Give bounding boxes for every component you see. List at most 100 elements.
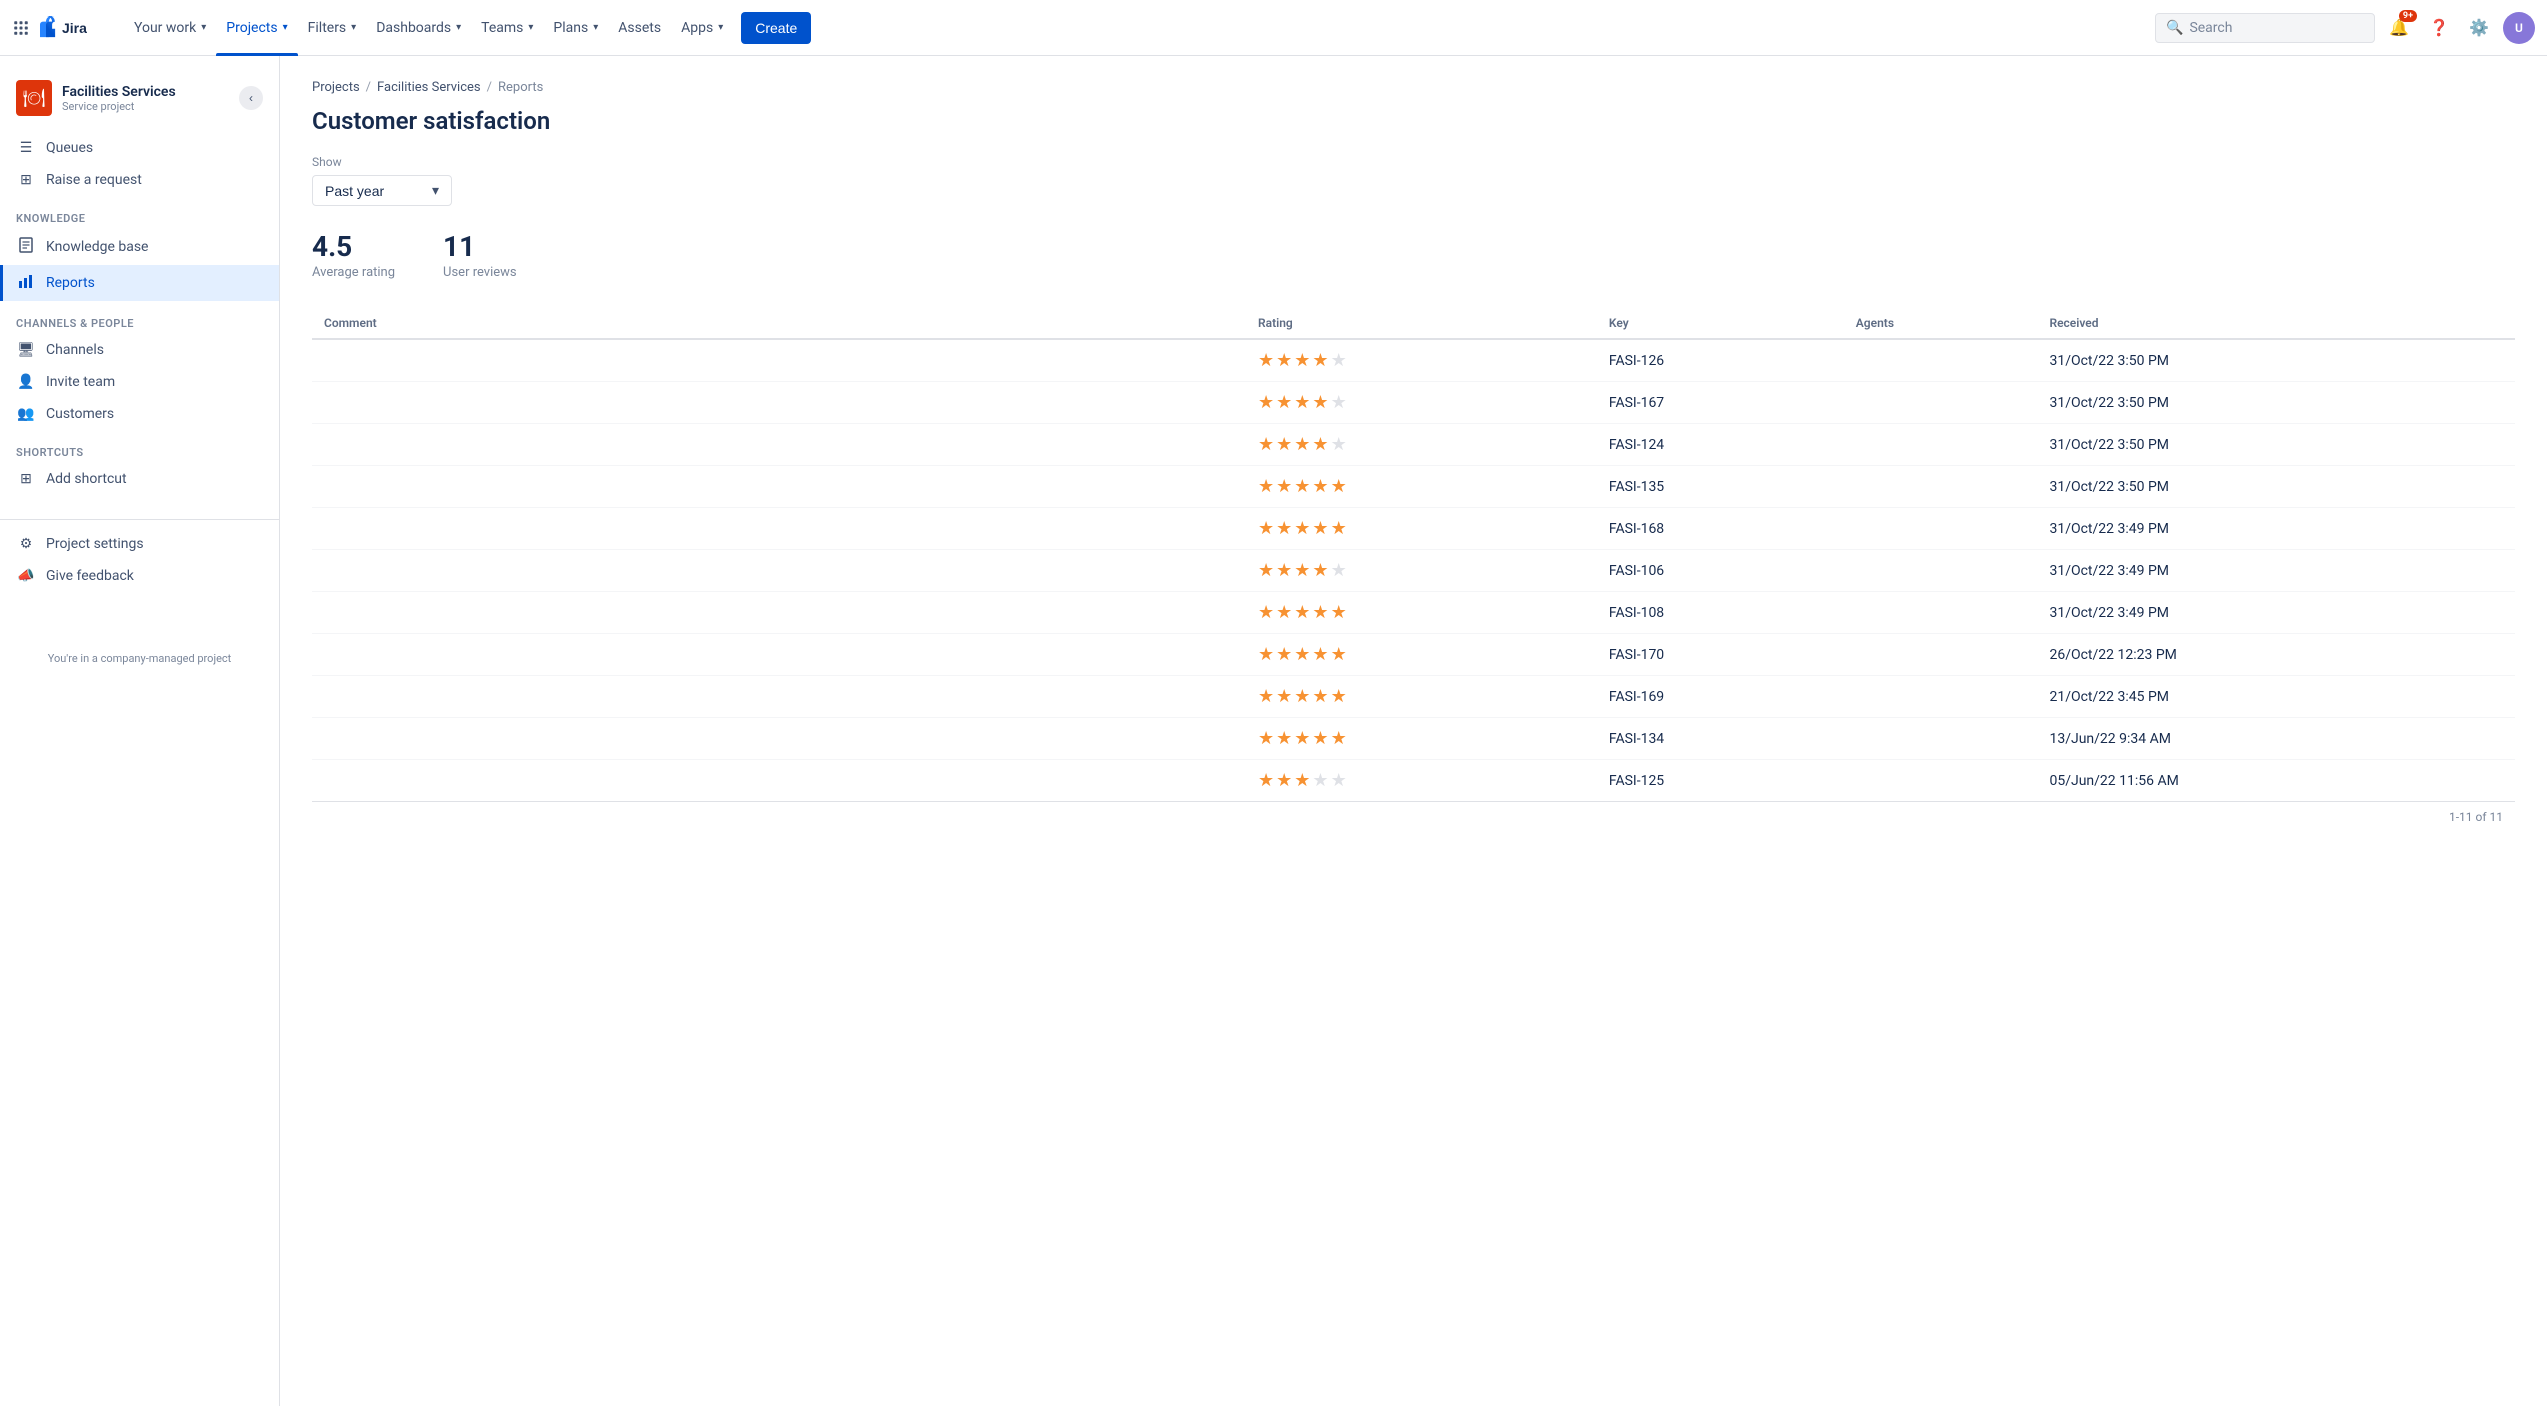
cell-rating: ★★★★★	[1246, 550, 1597, 592]
reviews-table: Comment Rating Key Agents Received ★★★★★…	[312, 308, 2515, 801]
settings-button[interactable]: ⚙️	[2463, 12, 2495, 44]
sidebar-item-invite-team[interactable]: 👤 Invite team	[0, 366, 279, 398]
cell-received: 31/Oct/22 3:50 PM	[2037, 424, 2515, 466]
cell-received: 26/Oct/22 12:23 PM	[2037, 634, 2515, 676]
notifications-button[interactable]: 🔔 9+	[2383, 12, 2415, 44]
sidebar-item-customers[interactable]: 👥 Customers	[0, 398, 279, 430]
user-reviews-value: 11	[443, 230, 517, 263]
table-row: ★★★★★FASI-10831/Oct/22 3:49 PM	[312, 592, 2515, 634]
cell-key[interactable]: FASI-170	[1597, 634, 1844, 676]
search-box[interactable]: 🔍 Search	[2155, 13, 2375, 43]
cell-agents	[1844, 550, 2038, 592]
star-filled: ★	[1312, 434, 1328, 455]
star-filled: ★	[1294, 476, 1310, 497]
cell-rating: ★★★★★	[1246, 634, 1597, 676]
star-filled: ★	[1276, 686, 1292, 707]
queues-icon: ☰	[16, 140, 36, 156]
period-dropdown[interactable]: Past year ▾	[312, 175, 452, 206]
star-filled: ★	[1276, 434, 1292, 455]
cell-comment	[312, 634, 1246, 676]
cell-key[interactable]: FASI-167	[1597, 382, 1844, 424]
star-filled: ★	[1276, 728, 1292, 749]
knowledge-base-icon	[16, 237, 36, 257]
sidebar-item-give-feedback[interactable]: 📣 Give feedback	[0, 560, 279, 592]
col-agents: Agents	[1844, 308, 2038, 339]
star-filled: ★	[1312, 602, 1328, 623]
col-rating: Rating	[1246, 308, 1597, 339]
nav-apps[interactable]: Apps ▾	[671, 0, 733, 56]
sidebar-item-knowledge-base[interactable]: Knowledge base	[0, 229, 279, 265]
jira-logo[interactable]: Jira	[40, 14, 112, 42]
cell-key[interactable]: FASI-134	[1597, 718, 1844, 760]
table-row: ★★★★★FASI-170 26/Oct/22 12:23 PM	[312, 634, 2515, 676]
nav-teams[interactable]: Teams ▾	[471, 0, 543, 56]
cell-received: 31/Oct/22 3:49 PM	[2037, 550, 2515, 592]
cell-key[interactable]: FASI-126	[1597, 339, 1844, 382]
sidebar-item-queues[interactable]: ☰ Queues	[0, 132, 279, 164]
star-filled: ★	[1294, 392, 1310, 413]
average-rating-value: 4.5	[312, 230, 395, 263]
star-filled: ★	[1258, 476, 1274, 497]
sidebar-item-reports[interactable]: Reports	[0, 265, 279, 301]
cell-comment	[312, 760, 1246, 802]
nav-assets[interactable]: Assets	[608, 0, 671, 56]
cell-agents	[1844, 634, 2038, 676]
star-filled: ★	[1276, 392, 1292, 413]
nav-your-work[interactable]: Your work ▾	[124, 0, 216, 56]
cell-key[interactable]: FASI-124	[1597, 424, 1844, 466]
star-empty: ★	[1312, 770, 1328, 791]
apps-grid-icon[interactable]	[12, 19, 30, 37]
cell-rating: ★★★★★	[1246, 676, 1597, 718]
stat-average-rating: 4.5 Average rating	[312, 230, 395, 280]
sidebar-item-raise-request[interactable]: ⊞ Raise a request	[0, 164, 279, 196]
reports-icon	[16, 273, 36, 293]
section-title-knowledge: KNOWLEDGE	[0, 196, 279, 229]
star-filled: ★	[1312, 644, 1328, 665]
cell-key[interactable]: FASI-135	[1597, 466, 1844, 508]
cell-key[interactable]: FASI-108	[1597, 592, 1844, 634]
cell-comment	[312, 339, 1246, 382]
stat-user-reviews: 11 User reviews	[443, 230, 517, 280]
cell-agents	[1844, 592, 2038, 634]
breadcrumb-facilities[interactable]: Facilities Services	[377, 80, 481, 95]
star-filled: ★	[1294, 644, 1310, 665]
cell-key[interactable]: FASI-168	[1597, 508, 1844, 550]
main-content: Projects / Facilities Services / Reports…	[280, 56, 2547, 1406]
star-empty: ★	[1331, 770, 1347, 791]
nav-plans[interactable]: Plans ▾	[543, 0, 608, 56]
cell-received: 31/Oct/22 3:49 PM	[2037, 508, 2515, 550]
cell-agents	[1844, 508, 2038, 550]
cell-received: 31/Oct/22 3:50 PM	[2037, 339, 2515, 382]
sidebar-footer: You're in a company-managed project	[0, 592, 279, 673]
show-label: Show	[312, 155, 2515, 169]
cell-key[interactable]: FASI-106	[1597, 550, 1844, 592]
breadcrumb-projects[interactable]: Projects	[312, 80, 360, 95]
add-shortcut-icon: ⊞	[16, 471, 36, 487]
sidebar-item-add-shortcut[interactable]: ⊞ Add shortcut	[0, 463, 279, 495]
sidebar-collapse-button[interactable]: ‹	[239, 86, 263, 110]
nav-dashboards[interactable]: Dashboards ▾	[366, 0, 471, 56]
star-filled: ★	[1258, 518, 1274, 539]
star-filled: ★	[1258, 644, 1274, 665]
show-filter-section: Show Past year ▾	[312, 155, 2515, 206]
avatar[interactable]: U	[2503, 12, 2535, 44]
cell-rating: ★★★★★	[1246, 382, 1597, 424]
help-button[interactable]: ❓	[2423, 12, 2455, 44]
star-filled: ★	[1312, 728, 1328, 749]
cell-key[interactable]: FASI-125	[1597, 760, 1844, 802]
chevron-icon: ▾	[201, 22, 206, 33]
project-type: Service project	[62, 100, 176, 113]
star-filled: ★	[1312, 476, 1328, 497]
nav-filters[interactable]: Filters ▾	[298, 0, 367, 56]
sidebar-item-channels[interactable]: 🖥 Channels	[0, 334, 279, 366]
search-icon: 🔍	[2166, 20, 2183, 36]
cell-comment	[312, 592, 1246, 634]
table-row: ★★★★★FASI-13531/Oct/22 3:50 PM	[312, 466, 2515, 508]
star-filled: ★	[1258, 728, 1274, 749]
cell-key[interactable]: FASI-169	[1597, 676, 1844, 718]
create-button[interactable]: Create	[741, 12, 811, 44]
sidebar-item-project-settings[interactable]: ⚙ Project settings	[0, 528, 279, 560]
nav-projects[interactable]: Projects ▾	[216, 0, 297, 56]
channels-icon: 🖥	[16, 342, 36, 358]
star-filled: ★	[1258, 686, 1274, 707]
